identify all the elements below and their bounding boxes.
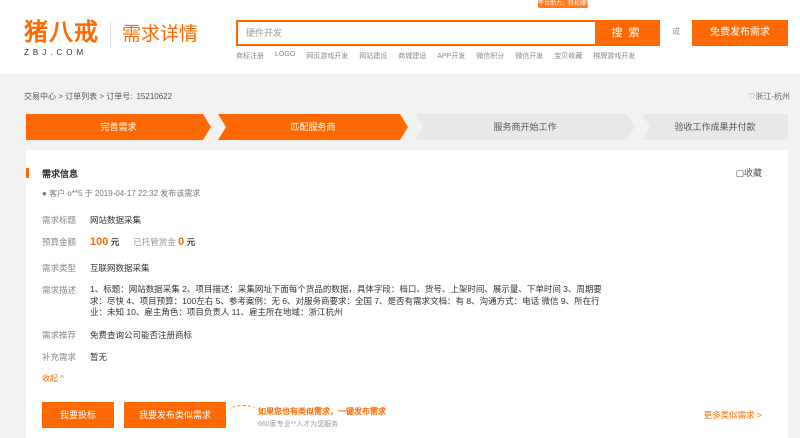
client-text: 客户 o**5 于 2019-04-17 22:32 发布该需求 xyxy=(49,189,201,198)
publish-hint-title[interactable]: 如果您也有类似需求，一键发布需求 xyxy=(258,406,386,417)
progress-steps: 完善需求 匹配服务商 服务商开始工作 验收工作成果并付款 xyxy=(26,114,788,140)
field-label: 需求推荐 xyxy=(42,330,77,340)
publish-demand-button[interactable]: 免费发布需求 xyxy=(692,20,788,46)
budget-amount: 100 xyxy=(90,236,109,248)
description-text: 1、标题：网站数据采集 2、项目描述：采集网址下面每个货品的数据，具体字段：档口… xyxy=(90,284,602,317)
header-divider xyxy=(110,22,111,48)
field-value: 100 元已托管赏金 0 元 xyxy=(90,236,195,248)
field-label: 预算金额 xyxy=(42,237,77,247)
field-value: 网站数据采集 xyxy=(90,215,142,225)
breadcrumb: 交易中心 > 订单列表 > 订单号: 15210622 xyxy=(24,90,172,104)
hot-search-links: 商标注册 LOGO 网页游戏开发 网站建设 商城建设 APP开发 微信积分 微信开发 宝贝收藏 棋… xyxy=(236,51,706,61)
site-header: 平台助力，轻松赚钱 猪八戒 ZBJ.COM 需求详情 硬件开发 搜索 或 免费发… xyxy=(0,0,800,74)
or-text: 或 xyxy=(672,27,680,36)
hot-link[interactable]: LOGO xyxy=(275,51,295,61)
step-complete-demand: 完善需求 xyxy=(26,114,211,140)
order-number: 15210622 xyxy=(136,92,173,101)
step-provider-working: 服务商开始工作 xyxy=(415,114,635,140)
hot-link[interactable]: APP开发 xyxy=(437,51,465,61)
field-extra: 补充需求 暂无 xyxy=(42,351,107,363)
bookmark-icon: ▢ xyxy=(735,168,744,178)
field-budget: 预算金额 100 元已托管赏金 0 元 xyxy=(42,236,195,248)
logo[interactable]: 猪八戒 ZBJ.COM xyxy=(24,17,108,58)
client-info: ● 客户 o**5 于 2019-04-17 22:32 发布该需求 xyxy=(42,188,200,199)
favorite-button[interactable]: ▢收藏 xyxy=(735,166,762,179)
location-text: 浙江-杭州 xyxy=(755,92,790,101)
bid-button[interactable]: 我要投标 xyxy=(42,402,114,428)
field-label: 需求类型 xyxy=(42,263,77,273)
demand-info-card: 需求信息 ▢收藏 ● 客户 o**5 于 2019-04-17 22:32 发布… xyxy=(26,150,788,438)
escrow-label: 已托管赏金 xyxy=(133,237,176,247)
field-label: 需求标题 xyxy=(42,215,77,225)
collapse-toggle[interactable]: 收起 ^ xyxy=(42,373,64,384)
field-label: 补充需求 xyxy=(42,352,77,362)
recommend-link[interactable]: 免费查询公司能否注册商标 xyxy=(90,329,192,341)
logo-text: 猪八戒 xyxy=(24,17,99,46)
hot-link[interactable]: 宝贝收藏 xyxy=(554,51,582,61)
logo-subtext: ZBJ.COM xyxy=(24,48,88,57)
breadcrumb-path[interactable]: 交易中心 > 订单列表 > 订单号: xyxy=(24,92,132,101)
publish-hint-subtitle: 660家专业**人才为您服务 xyxy=(258,421,339,428)
hot-link[interactable]: 棋牌游戏开发 xyxy=(593,51,635,61)
step-accept-pay: 验收工作成果并付款 xyxy=(642,114,788,140)
search-button[interactable]: 搜索 xyxy=(597,20,660,46)
hot-link[interactable]: 微信积分 xyxy=(476,51,504,61)
hot-link[interactable]: 商城建设 xyxy=(398,51,426,61)
more-similar-link[interactable]: 更多类似需求 > xyxy=(704,409,762,421)
dotted-arrow-icon xyxy=(230,405,256,415)
section-marker xyxy=(26,168,29,178)
hot-link[interactable]: 网页游戏开发 xyxy=(306,51,348,61)
hot-link[interactable]: 商标注册 xyxy=(236,51,264,61)
publish-similar-button[interactable]: 我要发布类似需求 xyxy=(124,402,226,428)
hot-link[interactable]: 微信开发 xyxy=(515,51,543,61)
user-icon: ● xyxy=(42,189,47,198)
search-input[interactable]: 硬件开发 xyxy=(236,20,597,46)
location: ♡浙江-杭州 xyxy=(748,90,790,104)
field-value: 互联网数据采集 xyxy=(90,263,150,273)
hot-link[interactable]: 网站建设 xyxy=(359,51,387,61)
page-title: 需求详情 xyxy=(122,24,199,45)
budget-unit: 元 xyxy=(110,237,120,247)
field-title: 需求标题 网站数据采集 xyxy=(42,214,141,226)
escrow-unit: 元 xyxy=(186,237,196,247)
field-value: 暂无 xyxy=(90,352,108,362)
escrow-amount: 0 xyxy=(178,236,185,248)
promo-badge[interactable]: 平台助力，轻松赚钱 xyxy=(538,0,588,8)
field-label: 需求描述 xyxy=(42,285,77,295)
field-recommend: 需求推荐 免费查询公司能否注册商标 xyxy=(42,329,192,341)
section-title: 需求信息 xyxy=(42,169,79,179)
step-match-provider: 匹配服务商 xyxy=(218,114,408,140)
field-description-label: 需求描述 xyxy=(42,284,90,296)
favorite-label: 收藏 xyxy=(743,168,762,178)
breadcrumb-bar: 交易中心 > 订单列表 > 订单号: 15210622 ♡浙江-杭州 xyxy=(24,90,790,104)
field-type: 需求类型 互联网数据采集 xyxy=(42,262,150,274)
